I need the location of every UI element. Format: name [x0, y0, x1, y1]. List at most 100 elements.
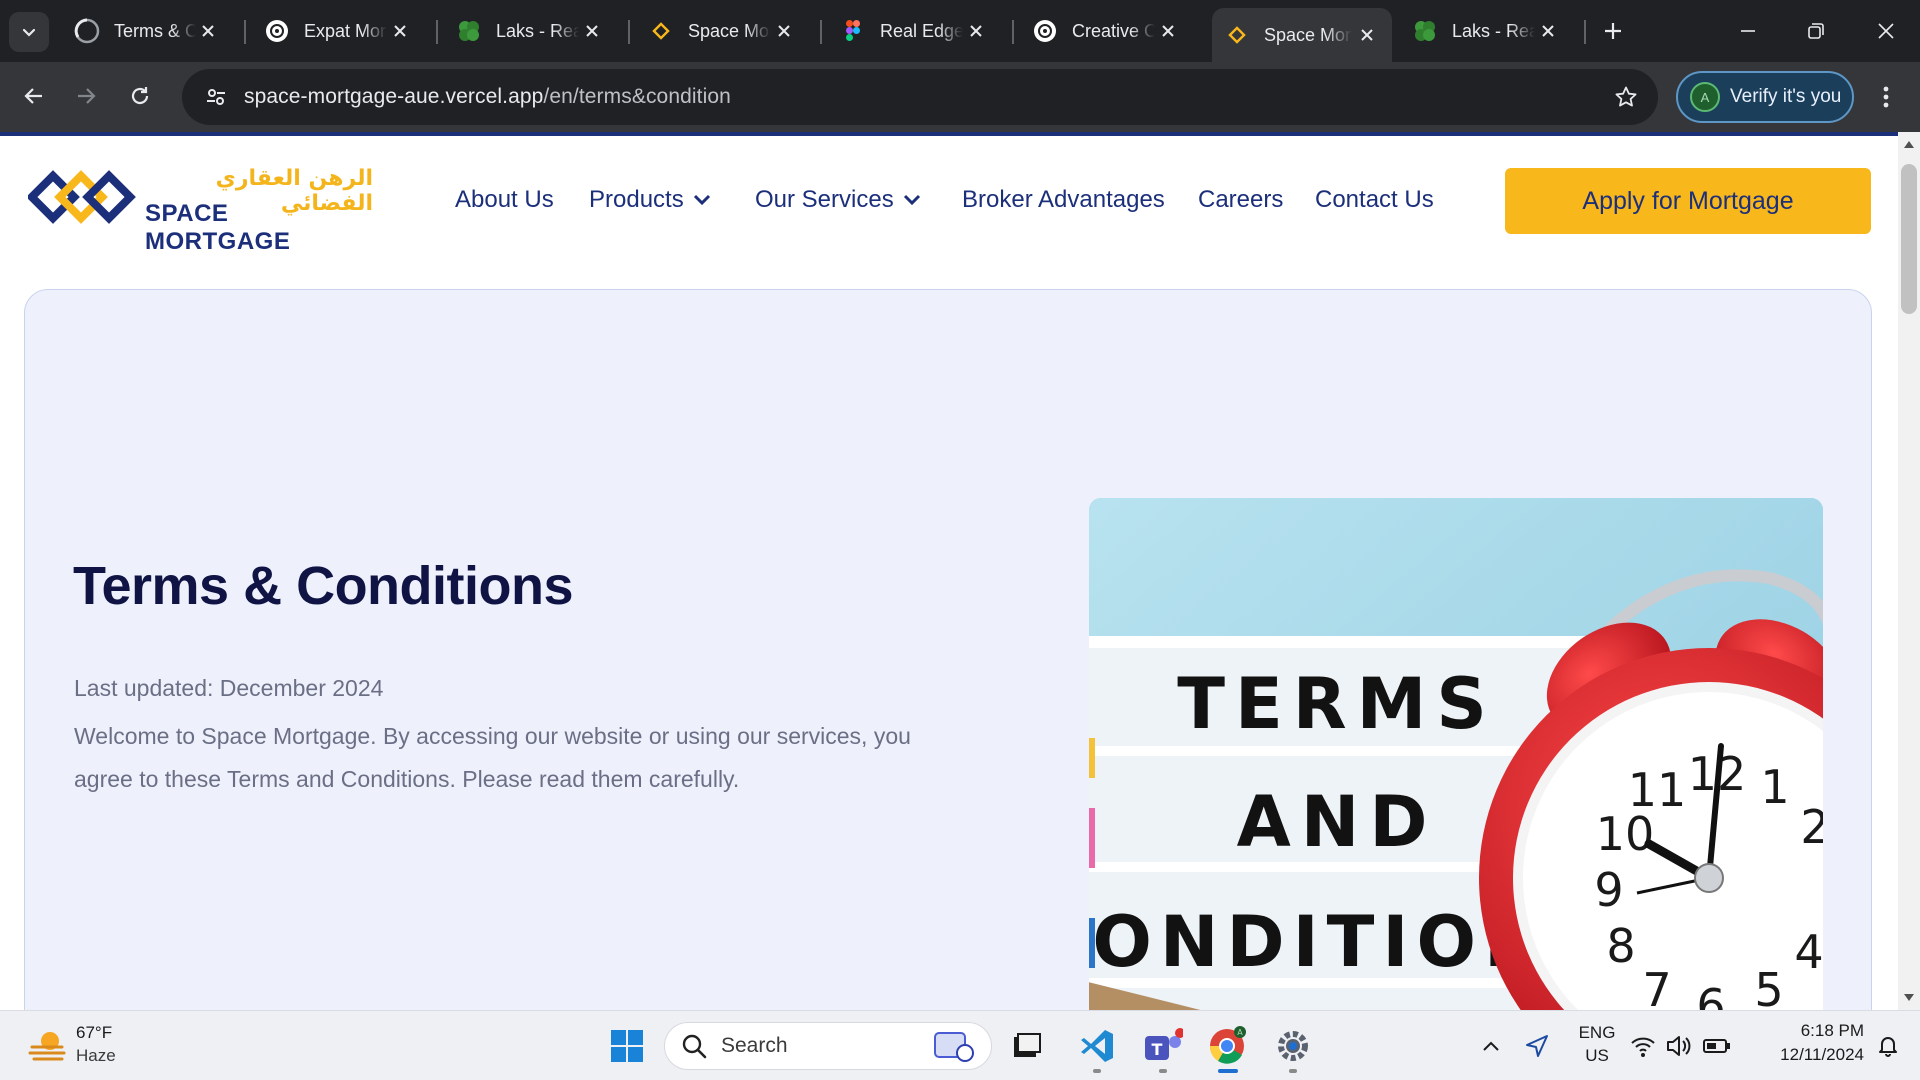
browser-tab[interactable]: Real Edge: [828, 8, 1000, 54]
settings-taskbar-button[interactable]: [1268, 1021, 1318, 1071]
space-mortgage-diamond-icon: [1224, 22, 1250, 48]
openai-icon: [1032, 18, 1058, 44]
keyboard-region: US: [1585, 1046, 1609, 1065]
browser-tab[interactable]: Creative Content: [1020, 8, 1192, 54]
apply-for-mortgage-button[interactable]: Apply for Mortgage: [1505, 168, 1871, 234]
arrow-left-icon: [24, 88, 42, 104]
bookmark-star-icon[interactable]: [1610, 81, 1642, 113]
url-path: /en/terms&condition: [543, 85, 731, 108]
teams-taskbar-button[interactable]: T: [1138, 1021, 1188, 1071]
task-view-button[interactable]: [1002, 1021, 1052, 1071]
restore-button[interactable]: [1788, 10, 1844, 52]
svg-text:A: A: [1237, 1028, 1243, 1037]
svg-text:2: 2: [1800, 800, 1823, 854]
system-tray-quick-settings[interactable]: [1628, 1021, 1738, 1071]
nav-broker-advantages[interactable]: Broker Advantages: [962, 186, 1165, 214]
svg-text:6: 6: [1696, 979, 1725, 1010]
language-code: ENG: [1578, 1023, 1616, 1042]
svg-text:7: 7: [1642, 963, 1671, 1010]
close-icon[interactable]: [387, 18, 412, 44]
close-icon[interactable]: [196, 18, 220, 44]
close-icon: [1878, 23, 1894, 39]
verify-label: Verify it's you: [1730, 86, 1842, 107]
svg-text:5: 5: [1754, 963, 1783, 1010]
restore-icon: [1808, 23, 1824, 39]
nav-careers[interactable]: Careers: [1198, 186, 1283, 214]
laks-clover-icon: [1412, 18, 1438, 44]
profile-verify-button[interactable]: A Verify it's you: [1676, 71, 1854, 123]
search-highlight-calendar-icon: [934, 1032, 974, 1062]
location-arrow-icon: [1526, 1035, 1548, 1057]
browser-tab-active[interactable]: Space Mortgage: [1212, 8, 1392, 62]
nav-products[interactable]: Products: [589, 186, 712, 214]
nav-label: Products: [589, 186, 684, 213]
nav-label: Contact Us: [1315, 186, 1434, 213]
svg-text:T: T: [1152, 1040, 1163, 1059]
browser-tab[interactable]: Laks - Real Estate: [444, 8, 616, 54]
language-indicator[interactable]: ENG US: [1572, 1023, 1622, 1066]
tab-title: Space Mortgage: [1264, 24, 1352, 45]
browser-tab[interactable]: Expat Mortgage: [252, 8, 424, 54]
site-logo[interactable]: الرهن العقاري الفضائي SPACE MORTGAGE: [28, 164, 373, 255]
start-button[interactable]: [602, 1021, 652, 1071]
chevron-up-icon: [1483, 1041, 1499, 1051]
tab-separator: [820, 20, 822, 44]
browser-tab[interactable]: Laks - Real Estate: [1400, 8, 1572, 54]
windows-logo-icon: [611, 1030, 643, 1062]
reload-button[interactable]: [120, 76, 160, 116]
close-window-button[interactable]: [1858, 10, 1914, 52]
notifications-button[interactable]: [1868, 1021, 1908, 1071]
back-button[interactable]: [14, 76, 54, 116]
address-bar[interactable]: space-mortgage-aue.vercel.app/en/terms&c…: [182, 69, 1658, 125]
tab-separator: [1584, 20, 1586, 44]
nav-about-us[interactable]: About Us: [455, 186, 554, 214]
svg-text:8: 8: [1606, 919, 1635, 973]
windows-taskbar: 67°F Haze Search T A ENG US 6:18 PM 12/1…: [0, 1010, 1920, 1080]
forward-button[interactable]: [66, 76, 106, 116]
browser-toolbar: space-mortgage-aue.vercel.app/en/terms&c…: [0, 62, 1920, 132]
show-hidden-icons-button[interactable]: [1466, 1021, 1516, 1071]
chrome-taskbar-button[interactable]: A: [1202, 1021, 1252, 1071]
browser-tab[interactable]: Terms & Conditions: [62, 8, 232, 54]
close-icon[interactable]: [771, 18, 796, 44]
web-page: الرهن العقاري الفضائي SPACE MORTGAGE Abo…: [0, 136, 1898, 1010]
new-tab-button[interactable]: [1596, 14, 1630, 48]
clock[interactable]: 6:18 PM 12/11/2024: [1754, 1021, 1864, 1065]
svg-text:9: 9: [1594, 863, 1623, 917]
nav-contact-us[interactable]: Contact Us: [1315, 186, 1434, 214]
terms-illustration: TERMS AND CONDITIONS 12 11 10: [1089, 498, 1823, 1010]
notification-bell-icon: [1879, 1037, 1897, 1057]
nav-label: About Us: [455, 186, 554, 213]
close-icon[interactable]: [963, 18, 988, 44]
scrollbar-thumb[interactable]: [1901, 164, 1917, 314]
close-icon[interactable]: [579, 18, 604, 44]
weather-widget[interactable]: 67°F Haze: [24, 1021, 164, 1071]
svg-text:4: 4: [1794, 925, 1823, 979]
tab-search-button[interactable]: [9, 12, 49, 52]
nav-our-services[interactable]: Our Services: [755, 186, 922, 214]
url-host: space-mortgage-aue.vercel.app: [244, 85, 544, 108]
space-mortgage-diamond-icon: [648, 18, 674, 44]
close-icon[interactable]: [1354, 22, 1380, 48]
close-icon[interactable]: [1155, 18, 1180, 44]
clock-date: 12/11/2024: [1780, 1045, 1864, 1064]
location-tray-button[interactable]: [1512, 1021, 1562, 1071]
chevron-down-icon: [692, 193, 712, 207]
plus-icon: [1605, 23, 1621, 39]
vscode-icon: [1081, 1030, 1113, 1062]
scroll-up-arrow-icon[interactable]: [1903, 138, 1915, 150]
minimize-button[interactable]: [1720, 10, 1776, 52]
vscode-taskbar-button[interactable]: [1072, 1021, 1122, 1071]
tab-title: Creative Content: [1072, 20, 1156, 41]
close-icon[interactable]: [1535, 18, 1560, 44]
logo-diamond-icon: [28, 170, 136, 224]
site-info-icon[interactable]: [192, 73, 240, 121]
scroll-down-arrow-icon[interactable]: [1903, 992, 1915, 1004]
running-indicator: [1093, 1069, 1101, 1073]
chrome-icon: A: [1209, 1026, 1246, 1064]
browser-menu-button[interactable]: [1868, 79, 1904, 115]
page-scrollbar[interactable]: [1898, 132, 1920, 1010]
image-text-line: TERMS: [1177, 663, 1497, 745]
browser-tab[interactable]: Space Mortgage: [636, 8, 808, 54]
taskbar-search[interactable]: Search: [664, 1022, 992, 1070]
